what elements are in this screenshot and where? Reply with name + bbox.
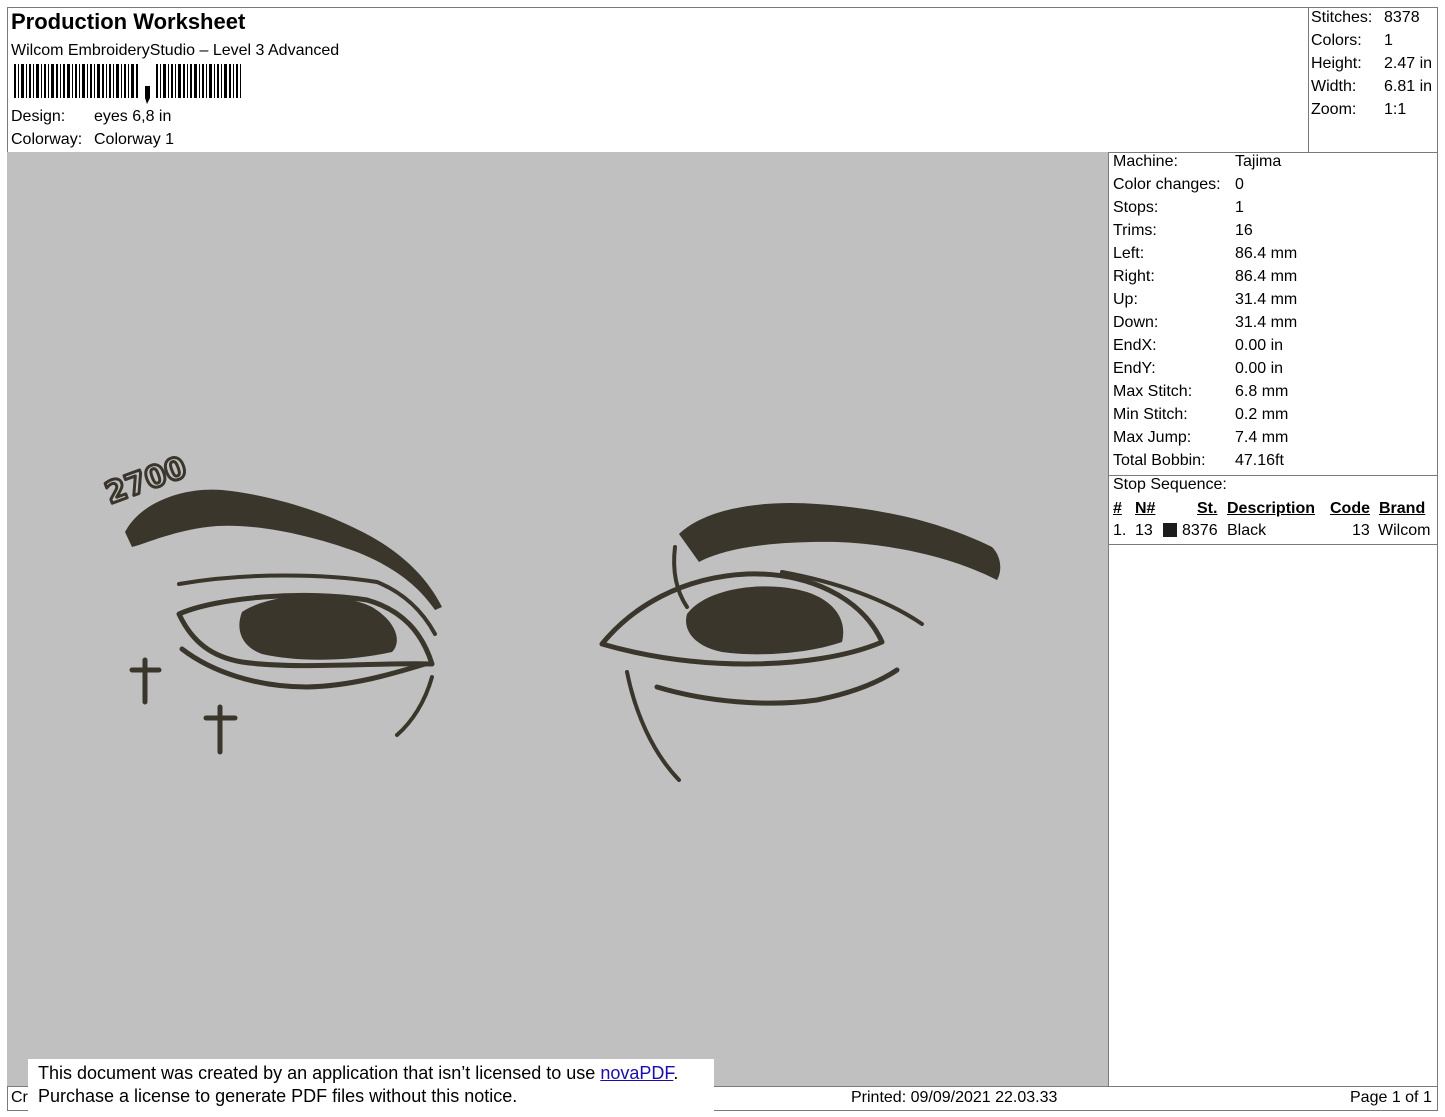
right-cheek-line <box>625 670 681 782</box>
height-value: 2.47 in <box>1384 55 1433 72</box>
total-bobbin-value: 47.16ft <box>1235 452 1284 469</box>
machine-label: Machine: <box>1113 153 1178 170</box>
col-code: Code <box>1330 500 1370 517</box>
down-value: 31.4 mm <box>1235 314 1298 331</box>
col-stitches: St. <box>1197 500 1218 517</box>
notice-line-1: This document was created by an applicat… <box>38 1062 704 1085</box>
height-label: Height: <box>1311 55 1362 72</box>
left-value: 86.4 mm <box>1235 245 1298 262</box>
total-bobbin-label: Total Bobbin: <box>1113 452 1206 469</box>
trims-label: Trims: <box>1113 222 1157 239</box>
design-label: Design: <box>11 108 66 125</box>
notice-text-1: This document was created by an applicat… <box>38 1063 601 1083</box>
up-label: Up: <box>1113 291 1138 308</box>
right-lower-lid <box>654 667 900 706</box>
stitches-label: Stitches: <box>1311 9 1373 26</box>
design-value: eyes 6,8 in <box>94 108 172 125</box>
endx-value: 0.00 in <box>1235 337 1284 354</box>
colorway-label: Colorway: <box>11 131 83 148</box>
colors-value: 1 <box>1384 32 1393 49</box>
col-needle: N# <box>1135 500 1156 517</box>
col-num: # <box>1113 500 1122 517</box>
notice-line-2: Purchase a license to generate PDF files… <box>38 1086 518 1106</box>
max-stitch-value: 6.8 mm <box>1235 383 1289 400</box>
footer-created: Cr <box>11 1089 28 1106</box>
width-label: Width: <box>1311 78 1357 95</box>
row-brand: Wilcom <box>1378 522 1431 539</box>
cross-2 <box>203 704 238 755</box>
software-name: Wilcom EmbroideryStudio – Level 3 Advanc… <box>11 42 340 59</box>
down-label: Down: <box>1113 314 1159 331</box>
footer-page: Page 1 of 1 <box>1350 1089 1432 1106</box>
endy-value: 0.00 in <box>1235 360 1284 377</box>
colorway-value: Colorway 1 <box>94 131 175 148</box>
right-value: 86.4 mm <box>1235 268 1298 285</box>
left-iris <box>239 595 397 660</box>
max-jump-value: 7.4 mm <box>1235 429 1289 446</box>
left-label: Left: <box>1113 245 1145 262</box>
color-changes-value: 0 <box>1235 176 1244 193</box>
endy-label: EndY: <box>1113 360 1156 377</box>
row-needle: 13 <box>1135 522 1153 539</box>
trims-value: 16 <box>1235 222 1253 239</box>
max-stitch-label: Max Stitch: <box>1113 383 1193 400</box>
min-stitch-label: Min Stitch: <box>1113 406 1188 423</box>
license-notice: This document was created by an applicat… <box>28 1059 714 1117</box>
row-num: 1. <box>1113 522 1127 539</box>
page-title: Production Worksheet <box>11 9 246 34</box>
zoom-value: 1:1 <box>1384 101 1407 118</box>
right-eyebrow <box>679 502 1001 580</box>
novapdf-link[interactable]: novaPDF <box>600 1063 673 1083</box>
row-stitches: 8376 <box>1182 522 1218 539</box>
barcode <box>14 64 241 104</box>
zoom-label: Zoom: <box>1311 101 1357 118</box>
cross-1 <box>129 657 162 705</box>
color-swatch <box>1163 523 1177 537</box>
footer-printed: Printed: 09/09/2021 22.03.33 <box>851 1089 1058 1106</box>
up-value: 31.4 mm <box>1235 291 1298 308</box>
design-preview-canvas: 2700 <box>7 152 1109 1087</box>
left-cheek-line <box>395 675 434 737</box>
max-jump-label: Max Jump: <box>1113 429 1192 446</box>
color-changes-label: Color changes: <box>1113 176 1221 193</box>
right-eyebrow-inner-line <box>672 545 689 609</box>
col-brand: Brand <box>1379 500 1426 517</box>
stop-sequence-title: Stop Sequence: <box>1113 476 1227 493</box>
col-description: Description <box>1227 500 1316 517</box>
embroidery-eyes-design: 2700 <box>99 449 1001 782</box>
notice-period: . <box>673 1063 679 1083</box>
row-code: 13 <box>1352 522 1370 539</box>
stitches-value: 8378 <box>1384 9 1420 26</box>
stops-label: Stops: <box>1113 199 1159 216</box>
row-description: Black <box>1227 522 1267 539</box>
machine-value: Tajima <box>1235 153 1282 170</box>
right-iris <box>686 586 844 655</box>
endx-label: EndX: <box>1113 337 1157 354</box>
right-label: Right: <box>1113 268 1155 285</box>
min-stitch-value: 0.2 mm <box>1235 406 1289 423</box>
width-value: 6.81 in <box>1384 78 1433 95</box>
colors-label: Colors: <box>1311 32 1362 49</box>
stops-value: 1 <box>1235 199 1244 216</box>
